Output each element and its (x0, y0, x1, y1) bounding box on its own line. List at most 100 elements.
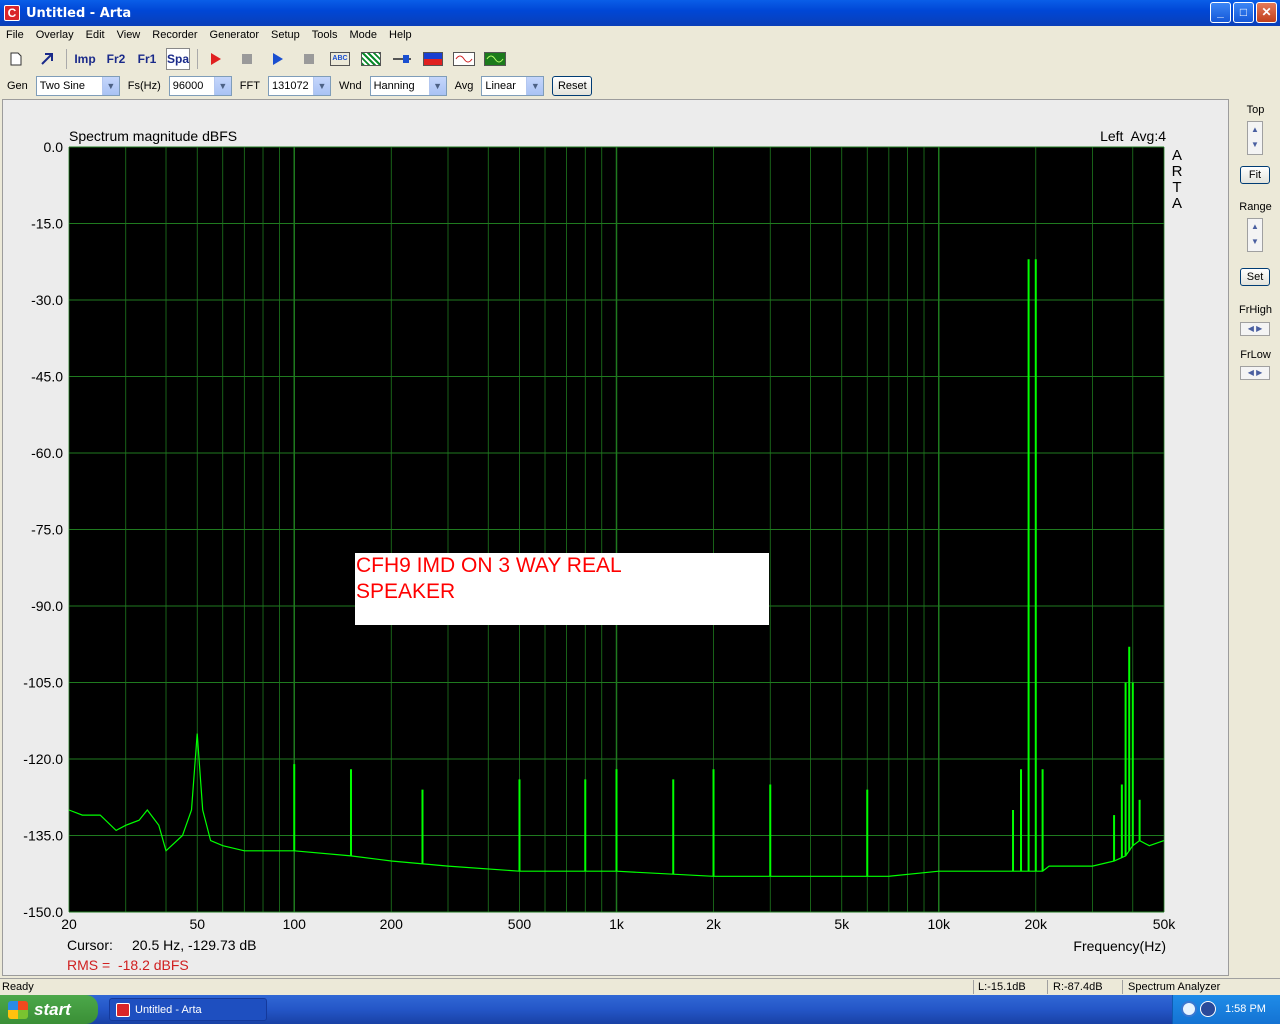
tray-network-icon[interactable] (1181, 1001, 1197, 1017)
x-tick-label: 10k (927, 916, 951, 932)
frhigh-label: FrHigh (1238, 304, 1272, 316)
status-separator (1122, 980, 1123, 994)
x-tick-label: 200 (380, 916, 404, 932)
menu-overlay[interactable]: Overlay (30, 29, 80, 41)
record-stop-button[interactable] (235, 48, 259, 70)
spectrum-chart[interactable]: 0.0 -15.0 -30.0 -45.0 -60.0 -75.0 -90.0 -105.0 -… (3, 100, 1230, 977)
range-label: Range (1239, 201, 1272, 213)
gen-select[interactable]: Two Sine ▼ (35, 76, 120, 96)
y-tick-label: -60.0 (31, 445, 63, 461)
reset-button[interactable]: Reset (552, 76, 593, 96)
wnd-select[interactable]: Hanning ▼ (369, 76, 447, 96)
range-spinner[interactable]: ▲ ▼ (1247, 218, 1263, 252)
menu-help[interactable]: Help (383, 29, 418, 41)
slider-icon (393, 55, 412, 63)
clock: 1:58 PM (1225, 1003, 1266, 1015)
generator-start-button[interactable] (266, 48, 290, 70)
x-tick-label: 50 (189, 916, 205, 932)
maximize-button[interactable]: □ (1233, 2, 1254, 23)
fft-select[interactable]: 131072 ▼ (267, 76, 331, 96)
avg-select-value: Linear (485, 80, 516, 92)
record-start-button[interactable] (204, 48, 228, 70)
x-tick-label: 5k (834, 916, 850, 932)
rms-readout: RMS = -18.2 dBFS (67, 957, 189, 973)
status-ready: Ready (2, 981, 34, 993)
fr2-mode-button[interactable]: Fr2 (104, 48, 128, 70)
start-button[interactable]: start (0, 995, 98, 1024)
x-tick-label: 20k (1024, 916, 1048, 932)
y-tick-label: -30.0 (31, 292, 63, 308)
toolbar: Imp Fr2 Fr1 Spa ABC (0, 46, 1280, 72)
taskbar: start Untitled - Arta 1:58 PM (0, 995, 1280, 1024)
annotation-note[interactable]: CFH9 IMD ON 3 WAY REAL SPEAKER (355, 553, 769, 625)
set-button[interactable]: Set (1240, 268, 1270, 286)
menu-recorder[interactable]: Recorder (146, 29, 203, 41)
fs-label: Fs(Hz) (127, 80, 161, 92)
wnd-select-value: Hanning (373, 80, 415, 92)
menu-setup[interactable]: Setup (265, 29, 306, 41)
menu-file[interactable]: File (0, 29, 30, 41)
menu-edit[interactable]: Edit (80, 29, 111, 41)
chevron-down-icon: ▼ (101, 77, 119, 95)
chart-title: Spectrum magnitude dBFS (69, 128, 237, 144)
y-tick-label: 0.0 (44, 139, 64, 155)
fr1-mode-button[interactable]: Fr1 (135, 48, 159, 70)
arta-app-icon: C (4, 5, 20, 21)
abc-button[interactable]: ABC (328, 48, 352, 70)
side-panel: Top ▲ ▼ Fit Range ▲ ▼ Set FrHigh ◀ ▶ FrLow… (1231, 99, 1280, 976)
menu-tools[interactable]: Tools (306, 29, 344, 41)
y-tick-label: -150.0 (23, 904, 63, 920)
menu-generator[interactable]: Generator (204, 29, 266, 41)
spectrum-mode-button[interactable]: Spa (166, 48, 191, 70)
fit-button[interactable]: Fit (1240, 166, 1270, 184)
frhigh-spinner[interactable]: ◀ ▶ (1240, 322, 1270, 336)
window-title: Untitled - Arta (26, 5, 132, 21)
status-right-level: R:-87.4dB (1053, 981, 1103, 993)
y-tick-labels: 0.0 -15.0 -30.0 -45.0 -60.0 -75.0 -90.0 -105.0 -… (23, 139, 63, 920)
wnd-label: Wnd (338, 80, 362, 92)
watermark-letter: A (1172, 147, 1182, 164)
close-button[interactable]: ✕ (1256, 2, 1277, 23)
watermark-letter: A (1172, 195, 1182, 212)
status-separator (1047, 980, 1048, 994)
x-tick-labels: 20 50 100 200 500 1k 2k 5k 10k 20k 50k (61, 916, 1176, 932)
open-arrow-icon (41, 53, 53, 65)
menu-mode[interactable]: Mode (343, 29, 383, 41)
minimize-button[interactable]: _ (1210, 2, 1231, 23)
toolbar-separator (197, 49, 199, 69)
taskbar-item-arta[interactable]: Untitled - Arta (109, 998, 267, 1021)
slider-button[interactable] (390, 48, 414, 70)
scope-button[interactable] (483, 48, 507, 70)
sine-button[interactable] (452, 48, 476, 70)
new-file-button[interactable] (4, 48, 28, 70)
open-file-button[interactable] (35, 48, 59, 70)
system-tray: 1:58 PM (1172, 995, 1280, 1024)
status-bar: Ready L:-15.1dB R:-87.4dB Spectrum Analy… (0, 978, 1280, 995)
fs-select[interactable]: 96000 ▼ (168, 76, 232, 96)
generator-stop-button[interactable] (297, 48, 321, 70)
color-button[interactable] (421, 48, 445, 70)
cursor-label: Cursor: (67, 937, 113, 953)
avg-select[interactable]: Linear ▼ (481, 76, 545, 96)
fft-label: FFT (239, 80, 260, 92)
status-separator (973, 980, 974, 994)
top-label: Top (1246, 104, 1265, 116)
start-label: start (34, 999, 71, 1019)
toolbar-separator (66, 49, 67, 69)
watermark-letter: R (1172, 163, 1183, 180)
y-tick-label: -45.0 (31, 369, 63, 385)
abc-icon: ABC (330, 52, 351, 66)
y-tick-label: -15.0 (31, 216, 63, 232)
y-tick-label: -135.0 (23, 828, 63, 844)
menu-view[interactable]: View (111, 29, 147, 41)
stop-icon (242, 54, 253, 64)
avg-label: Avg (454, 80, 474, 92)
taskbar-item-label: Untitled - Arta (135, 1003, 202, 1016)
top-spinner[interactable]: ▲ ▼ (1247, 121, 1263, 155)
overlay-button[interactable] (359, 48, 383, 70)
frlow-spinner[interactable]: ◀ ▶ (1240, 366, 1270, 380)
x-tick-label: 500 (508, 916, 532, 932)
impulse-mode-button[interactable]: Imp (73, 48, 97, 70)
chevron-down-icon: ▼ (213, 77, 231, 95)
tray-security-icon[interactable] (1200, 1001, 1216, 1017)
